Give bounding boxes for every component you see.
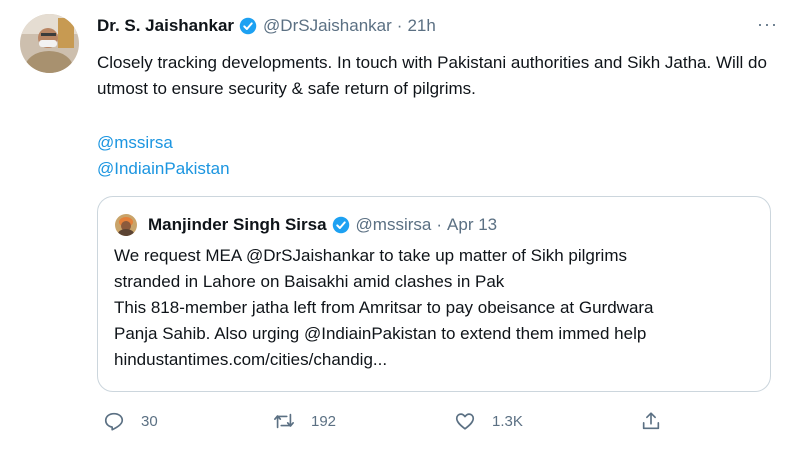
verified-badge-icon bbox=[332, 216, 349, 234]
quoted-text-line: We request MEA @DrSJaishankar to take up… bbox=[114, 246, 627, 265]
quoted-author-handle: @mssirsa bbox=[355, 215, 432, 234]
like-button[interactable]: 1.3K bbox=[454, 403, 523, 439]
tweet-timestamp[interactable]: 21h bbox=[407, 16, 435, 36]
tweet-header: Dr. S. Jaishankar @DrSJaishankar · 21h bbox=[97, 14, 436, 38]
reply-icon bbox=[104, 412, 124, 431]
quoted-tweet-text: We request MEA @DrSJaishankar to take up… bbox=[114, 243, 764, 373]
quoted-author-name: Manjinder Singh Sirsa bbox=[148, 215, 327, 234]
tweet-actions: 30 192 1.3K bbox=[97, 403, 697, 439]
quoted-text-line: stranded in Lahore on Baisakhi amid clas… bbox=[114, 272, 505, 291]
quoted-text-line: This 818-member jatha left from Amritsar… bbox=[114, 298, 654, 317]
quoted-text-line: hindustantimes.com/cities/chandig... bbox=[114, 350, 388, 369]
mention-link-mssirsa[interactable]: @mssirsa bbox=[97, 130, 230, 156]
reply-button[interactable]: 30 bbox=[103, 403, 158, 439]
author-name[interactable]: Dr. S. Jaishankar bbox=[97, 16, 234, 36]
author-avatar[interactable] bbox=[20, 14, 79, 73]
tweet-body: Closely tracking developments. In touch … bbox=[97, 53, 767, 98]
retweet-icon bbox=[274, 413, 294, 429]
tweet-mentions: @mssirsa @IndiainPakistan bbox=[97, 130, 230, 182]
quoted-text-line: Panja Sahib. Also urging @IndiainPakista… bbox=[114, 324, 647, 343]
heart-icon bbox=[455, 413, 475, 430]
quoted-header-separator: · bbox=[436, 215, 443, 234]
more-options-icon[interactable]: ··· bbox=[757, 14, 778, 35]
verified-badge-icon bbox=[239, 17, 257, 35]
retweet-button[interactable]: 192 bbox=[273, 403, 336, 439]
mention-link-indiainpakistan[interactable]: @IndiainPakistan bbox=[97, 156, 230, 182]
quoted-tweet[interactable]: Manjinder Singh Sirsa @mssirsa · Apr 13 … bbox=[97, 196, 771, 392]
quoted-timestamp: Apr 13 bbox=[447, 215, 498, 234]
author-handle[interactable]: @DrSJaishankar bbox=[263, 16, 392, 36]
tweet-text: Closely tracking developments. In touch … bbox=[97, 50, 767, 102]
quoted-author-avatar[interactable] bbox=[115, 214, 137, 236]
quoted-tweet-header: Manjinder Singh Sirsa @mssirsa · Apr 13 bbox=[148, 213, 497, 237]
retweet-count: 192 bbox=[311, 412, 337, 430]
tweet[interactable]: Dr. S. Jaishankar @DrSJaishankar · 21h ·… bbox=[0, 0, 800, 454]
share-button[interactable] bbox=[640, 403, 662, 439]
reply-count: 30 bbox=[141, 412, 158, 430]
header-separator: · bbox=[396, 16, 403, 35]
share-icon bbox=[642, 412, 660, 430]
like-count: 1.3K bbox=[492, 412, 523, 430]
